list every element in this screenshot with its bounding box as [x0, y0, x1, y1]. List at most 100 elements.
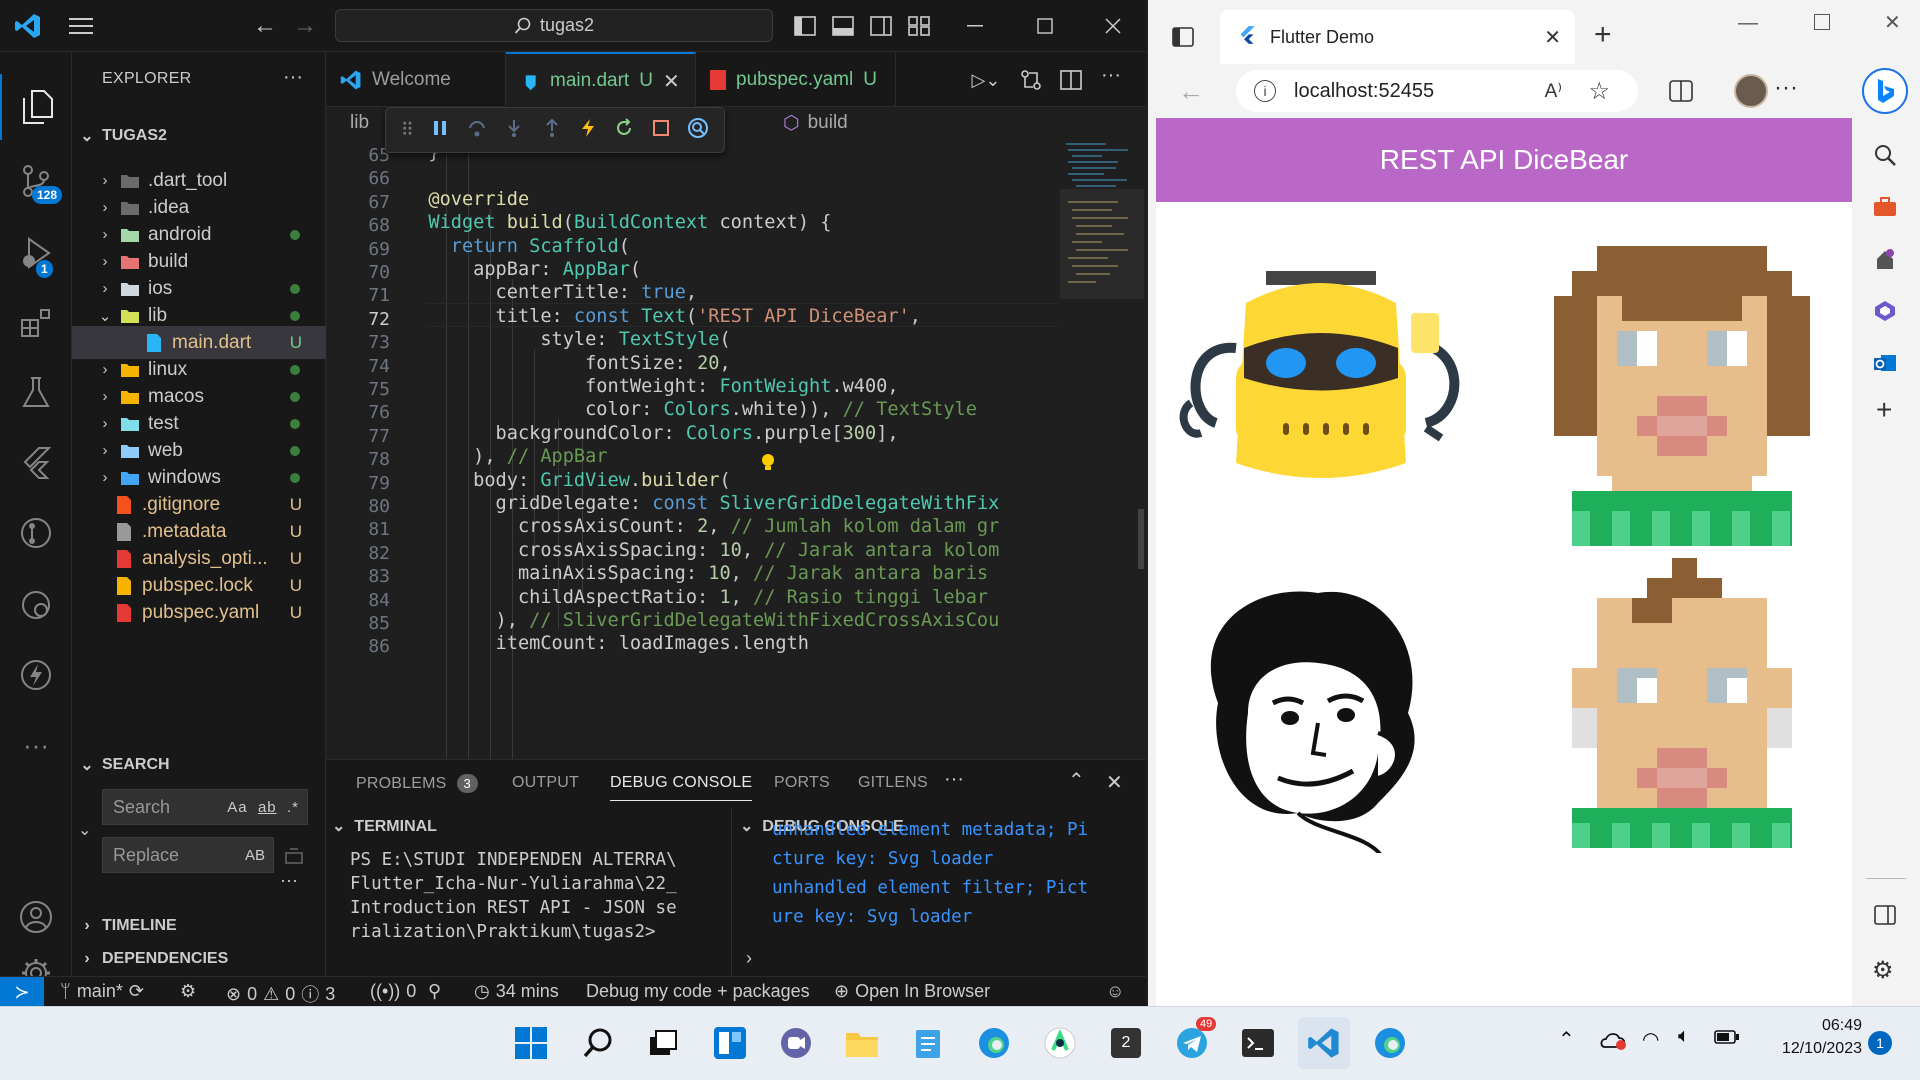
terminal-pane[interactable]: ⌄ TERMINAL PS E:\STUDI INDEPENDEN ALTERR… [326, 808, 732, 977]
tools-icon[interactable] [1870, 192, 1900, 222]
site-info-icon[interactable]: i [1254, 80, 1276, 102]
widgets-icon[interactable] [704, 1017, 756, 1069]
tree-item-pubspec-yaml[interactable]: pubspec.yaml U [72, 596, 326, 629]
split-screen-icon[interactable] [1666, 76, 1696, 106]
more-actions-icon[interactable]: ··· [1101, 64, 1121, 87]
minimize-icon[interactable]: — [1738, 12, 1758, 35]
games-icon[interactable] [1870, 244, 1900, 274]
terminal-icon[interactable] [1232, 1017, 1284, 1069]
step-into-icon[interactable] [504, 118, 524, 143]
preserve-case-option[interactable]: AB [245, 847, 265, 864]
stop-icon[interactable] [652, 119, 670, 142]
tab-welcome[interactable]: Welcome [326, 52, 506, 107]
debug-mode[interactable]: Debug my code + packages [586, 981, 810, 1002]
add-icon[interactable]: + [1876, 394, 1892, 426]
back-arrow-icon[interactable]: ← [250, 12, 280, 40]
file-explorer-icon[interactable] [836, 1017, 888, 1069]
onedrive-icon[interactable] [1600, 1029, 1628, 1056]
restart-icon[interactable] [614, 117, 634, 143]
explorer-icon[interactable] [0, 74, 72, 140]
close-window-icon[interactable]: ✕ [1884, 10, 1901, 35]
desktop-icon[interactable]: 2 [1100, 1017, 1152, 1069]
search-icon[interactable] [1870, 140, 1900, 170]
toggle-replace-chevron-icon[interactable]: ⌄ [78, 820, 91, 840]
toggle-sidebar-icon[interactable] [792, 14, 818, 38]
devtools-icon[interactable] [687, 117, 709, 144]
source-control-icon[interactable]: 128 [0, 148, 72, 214]
lightning-icon[interactable] [0, 642, 72, 708]
replace-input[interactable]: Replace AB [102, 837, 274, 873]
customize-layout-icon[interactable] [906, 14, 932, 38]
notification-count-badge[interactable]: 1 [1868, 1031, 1892, 1055]
tab-pubspec[interactable]: pubspec.yaml U [696, 52, 896, 107]
debug-input-chevron-icon[interactable]: › [746, 948, 752, 969]
teams-chat-icon[interactable] [770, 1017, 822, 1069]
breadcrumb-build[interactable]: build [808, 112, 848, 134]
more-search-icon[interactable]: ··· [280, 870, 298, 891]
battery-icon[interactable] [1714, 1029, 1740, 1050]
debug-status-icon[interactable]: ⚲ [428, 981, 441, 1002]
settings-more-icon[interactable]: ··· [1774, 74, 1798, 102]
toggle-panel-icon[interactable] [830, 14, 856, 38]
hide-sidebar-icon[interactable] [1872, 902, 1898, 928]
tab-actions-icon[interactable] [1168, 24, 1198, 50]
close-window-icon[interactable] [1100, 14, 1126, 38]
step-over-icon[interactable] [467, 118, 487, 143]
tab-ports[interactable]: PORTS [774, 774, 830, 792]
search-section-header[interactable]: ⌄ SEARCH [72, 750, 326, 780]
command-center-search[interactable]: tugas2 [335, 9, 773, 42]
forward-arrow-icon[interactable]: → [290, 12, 320, 40]
debug-console-pane[interactable]: ⌄ DEBUG CONSOLE unhandled element metada… [732, 808, 1146, 977]
search-input[interactable]: Search Aa ab .* [102, 789, 308, 825]
search-icon[interactable] [572, 1017, 624, 1069]
breadcrumb-lib[interactable]: lib [350, 112, 369, 134]
toggle-secondary-sidebar-icon[interactable] [868, 14, 894, 38]
close-tab-icon[interactable]: ✕ [1544, 25, 1561, 50]
code-content[interactable]: } @override Widget build(BuildContext co… [426, 139, 1058, 759]
close-panel-icon[interactable]: ✕ [1106, 770, 1123, 795]
terminal-header[interactable]: ⌄ TERMINAL [332, 816, 437, 836]
android-studio-icon[interactable] [1034, 1017, 1086, 1069]
gitlens-icon[interactable] [0, 500, 72, 566]
tab-gitlens[interactable]: GITLENS [858, 774, 928, 792]
settings-gear-icon[interactable]: ⚙ [1872, 956, 1894, 985]
step-out-icon[interactable] [542, 118, 562, 143]
edge-dev-icon[interactable] [1364, 1017, 1416, 1069]
profile-avatar[interactable] [1734, 74, 1768, 108]
task-view-icon[interactable] [638, 1017, 690, 1069]
search-options[interactable]: Aa ab .* [227, 799, 299, 816]
tab-debug-console[interactable]: DEBUG CONSOLE [610, 774, 753, 801]
maximize-icon[interactable] [1032, 14, 1058, 38]
clock[interactable]: 06:49 12/10/2023 [1768, 1017, 1862, 1058]
show-hidden-icons-icon[interactable]: ⌃ [1558, 1027, 1575, 1052]
dependencies-header[interactable]: › DEPENDENCIES [72, 944, 326, 974]
run-dropdown-icon[interactable]: ▷⌄ [966, 66, 1006, 94]
ports-indicator[interactable]: ((•)) 0 [370, 981, 416, 1002]
tab-main-dart[interactable]: main.dart U ✕ [506, 52, 696, 108]
code-editor[interactable]: lib ⬡ build 65 66 67 68 69 70 71 72 73 74 75 76 77 78… [326, 107, 1146, 759]
telegram-icon[interactable]: 49 [1166, 1017, 1218, 1069]
minimap[interactable] [1058, 139, 1146, 759]
session-time[interactable]: ◷ 34 mins [474, 981, 559, 1002]
pause-icon[interactable] [431, 119, 449, 142]
microsoft-365-icon[interactable] [1870, 296, 1900, 326]
run-debug-icon[interactable]: 1 [0, 220, 72, 286]
menu-icon[interactable] [66, 12, 96, 40]
hot-reload-icon[interactable] [579, 118, 597, 143]
vscode-taskbar-icon[interactable] [1298, 1017, 1350, 1069]
drag-handle-icon[interactable]: ⠿ [401, 120, 414, 141]
copilot-bing-icon[interactable] [1862, 68, 1908, 114]
tab-problems[interactable]: PROBLEMS 3 [356, 774, 478, 793]
remote-explorer-icon[interactable] [0, 572, 72, 638]
maximize-icon[interactable] [1814, 14, 1830, 30]
start-icon[interactable] [505, 1017, 557, 1069]
panel-more-icon[interactable]: ··· [944, 768, 964, 791]
back-icon[interactable]: ← [1178, 76, 1204, 107]
tab-output[interactable]: OUTPUT [512, 774, 579, 792]
timeline-header[interactable]: › TIMELINE [72, 911, 326, 941]
favorite-star-icon[interactable]: ☆ [1588, 77, 1610, 106]
edge-icon[interactable] [968, 1017, 1020, 1069]
new-tab-icon[interactable]: + [1594, 18, 1612, 52]
branch-indicator[interactable]: ᛘ main* ⟳ [60, 981, 144, 1002]
explorer-more-icon[interactable]: ··· [283, 66, 303, 89]
